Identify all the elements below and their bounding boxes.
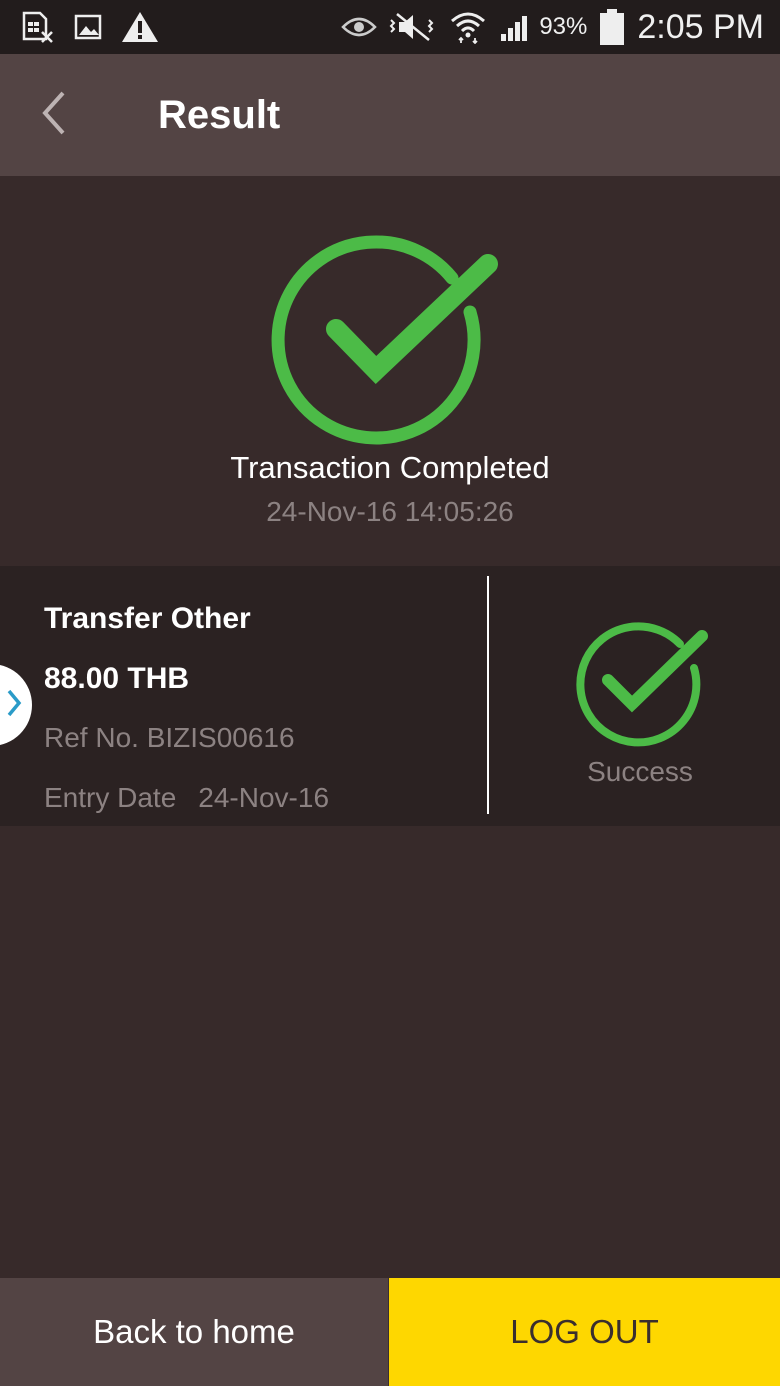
signal-icon <box>499 12 533 42</box>
sim-card-blocked-icon <box>22 11 56 43</box>
check-circle-icon <box>270 232 510 452</box>
bottom-action-bar: Back to home LOG OUT <box>0 1278 780 1386</box>
transaction-card: Transfer Other 88.00 THB Ref No. BIZIS00… <box>0 566 780 826</box>
status-bar-left <box>22 10 178 44</box>
status-bar: 93% 2:05 PM <box>0 0 780 54</box>
result-timestamp: 24-Nov-16 14:05:26 <box>266 496 514 527</box>
warning-icon <box>120 10 160 44</box>
battery-percent: 93% <box>539 13 588 40</box>
entry-date-row: Entry Date 24-Nov-16 <box>44 782 329 814</box>
chevron-right-icon <box>6 688 22 723</box>
result-title: Transaction Completed <box>230 450 550 485</box>
app-bar: Result <box>0 54 780 176</box>
transaction-amount: 88.00 THB <box>44 662 190 695</box>
status-bar-right: 93% 2:05 PM <box>329 8 764 47</box>
entry-date-label: Entry Date <box>44 782 177 813</box>
check-circle-icon <box>570 616 710 748</box>
mute-vibrate-icon <box>389 12 437 42</box>
page-title: Result <box>158 93 281 137</box>
status-label: Success <box>587 756 693 787</box>
expand-side-tab[interactable] <box>0 664 32 746</box>
transaction-type: Transfer Other <box>44 602 251 635</box>
result-summary: Transaction Completed 24-Nov-16 14:05:26 <box>0 176 780 566</box>
chevron-left-icon <box>39 90 69 141</box>
back-button[interactable] <box>30 90 78 140</box>
image-icon <box>74 13 102 41</box>
entry-date-value: 24-Nov-16 <box>198 782 330 813</box>
back-to-home-button[interactable]: Back to home <box>0 1278 389 1386</box>
battery-icon <box>599 8 625 46</box>
logout-button[interactable]: LOG OUT <box>389 1278 780 1386</box>
status-clock: 2:05 PM <box>637 7 764 46</box>
eye-icon <box>341 15 378 39</box>
divider <box>487 576 489 814</box>
wifi-icon <box>449 10 487 44</box>
reference-number: Ref No. BIZIS00616 <box>44 722 295 753</box>
